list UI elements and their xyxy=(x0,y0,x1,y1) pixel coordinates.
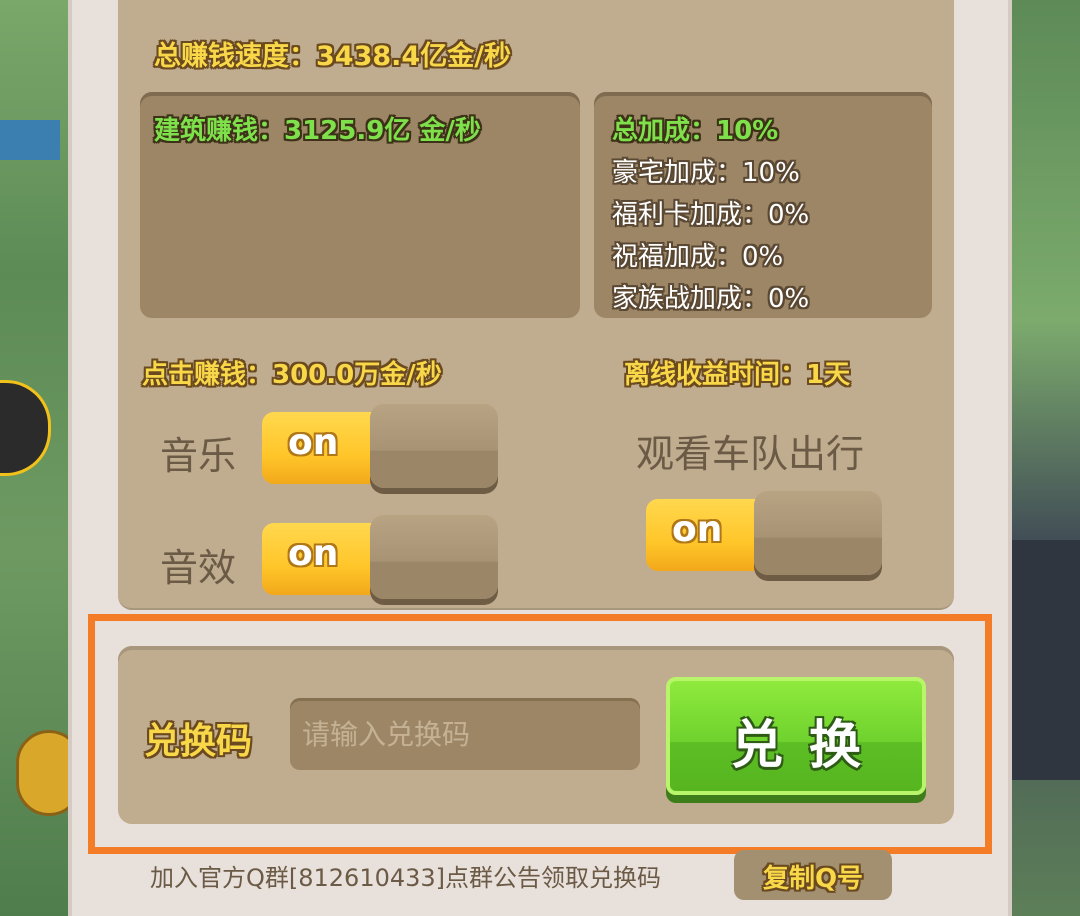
sound-effects-label: 音效 xyxy=(160,546,237,590)
copy-qq-button[interactable]: 复制Q号 xyxy=(734,850,892,900)
background-road xyxy=(1010,540,1080,780)
toggle-knob[interactable] xyxy=(754,491,882,575)
toggle-state-text: on xyxy=(288,533,339,574)
background-river xyxy=(0,120,60,160)
building-income-text: 建筑赚钱：3125.9亿 金/秒 xyxy=(154,116,481,146)
click-income: 点击赚钱：300.0万金/秒 xyxy=(142,360,442,390)
redeem-code-input[interactable] xyxy=(290,698,640,770)
bonus-family-war: 家族战加成：0% xyxy=(612,284,810,314)
bonus-list: 总加成：10% 豪宅加成：10% 福利卡加成：0% 祝福加成：0% 家族战加成：… xyxy=(612,110,809,320)
bonus-total: 总加成：10% xyxy=(612,116,779,146)
toggle-knob[interactable] xyxy=(370,404,498,488)
watch-fleet-toggle[interactable]: on xyxy=(646,491,882,577)
bonus-blessing: 祝福加成：0% xyxy=(612,242,784,272)
toggle-state-text: on xyxy=(672,509,723,550)
qq-group-note: 加入官方Q群[812610433]点群公告领取兑换码 xyxy=(150,864,662,892)
offline-income-time: 离线收益时间：1天 xyxy=(624,360,851,390)
music-toggle[interactable]: on xyxy=(262,404,498,490)
music-label: 音乐 xyxy=(160,434,237,478)
redeem-button-label: 兑换 xyxy=(730,716,887,776)
redeem-button[interactable]: 兑换 xyxy=(666,677,926,795)
watch-fleet-label: 观看车队出行 xyxy=(636,432,865,476)
toggle-state-text: on xyxy=(288,422,339,463)
copy-qq-button-label: 复制Q号 xyxy=(762,864,864,894)
bonus-welfare-card: 福利卡加成：0% xyxy=(612,200,810,230)
toggle-knob[interactable] xyxy=(370,515,498,599)
sound-effects-toggle[interactable]: on xyxy=(262,515,498,601)
redeem-code-label: 兑换码 xyxy=(144,721,253,762)
bonus-mansion: 豪宅加成：10% xyxy=(612,158,800,188)
total-earning-speed: 总赚钱速度：3438.4亿金/秒 xyxy=(154,41,512,72)
